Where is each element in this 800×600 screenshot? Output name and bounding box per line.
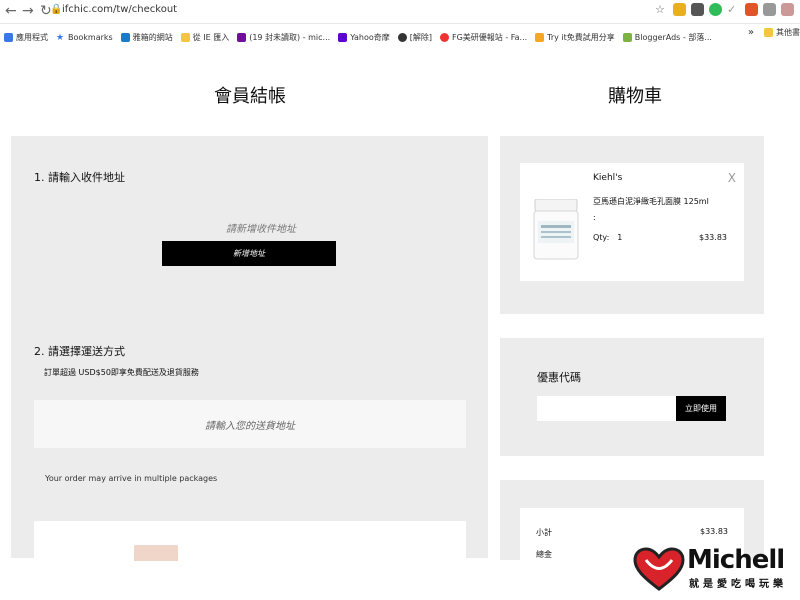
heart-icon (633, 547, 685, 591)
product-option: : (593, 213, 596, 222)
globe-icon (397, 32, 407, 42)
bookmark-unlock[interactable]: [解除] (397, 32, 432, 43)
more-bookmarks-button[interactable]: » (748, 27, 754, 38)
bloggerads-icon (622, 32, 632, 42)
quantity-row: Qty: 1 (593, 233, 622, 242)
cart-title: 購物車 (608, 86, 662, 107)
forward-icon[interactable]: → (22, 3, 34, 19)
product-name[interactable]: 亞馬遜白泥淨緻毛孔面膜 125ml (593, 196, 709, 207)
other-bookmarks[interactable]: 其他書 (764, 27, 800, 38)
bookmark-site[interactable]: 雅箱的網站 (120, 32, 173, 43)
page-title: 會員結帳 (214, 86, 286, 107)
folder-icon (764, 28, 773, 37)
star-icon: ★ (56, 32, 65, 43)
bookmark-bookmarks[interactable]: ★ Bookmarks (56, 32, 113, 43)
mail-icon (237, 32, 247, 42)
coupon-title: 優惠代碼 (537, 371, 581, 384)
bookmark-fg[interactable]: FG美研優報站 - Fa... (439, 32, 527, 43)
bookmark-yahoo[interactable]: Yahoo奇摩 (338, 32, 390, 43)
bookmark-ie-import[interactable]: 從 IE 匯入 (180, 32, 229, 43)
cart-panel: Kiehl's 亞馬遜白泥淨緻毛孔面膜 125ml : Qty: 1 $33.8… (500, 136, 764, 314)
whatsapp-icon[interactable] (709, 3, 722, 16)
bookmark-mail[interactable]: (19 封未讀取) - mic... (237, 32, 330, 43)
coupon-panel: 優惠代碼 立即使用 (500, 338, 764, 456)
subtotal-label: 小計 (536, 528, 552, 537)
checkout-panel: 1. 請輸入收件地址 請新增收件地址 新增地址 2. 請選擇運送方式 訂單超過 … (11, 136, 488, 561)
back-icon[interactable]: ← (5, 3, 17, 19)
qty-label: Qty: (593, 233, 610, 242)
product-brand: Kiehl's (593, 173, 623, 183)
product-image (533, 199, 579, 260)
bookmark-bloggerads[interactable]: BloggerAds - 部落... (622, 32, 712, 43)
address-section-title: 1. 請輸入收件地址 (34, 171, 125, 184)
address-bar[interactable]: 🔒 ifchic.com/tw/checkout (50, 4, 178, 15)
watermark-name: Michell (687, 545, 785, 575)
extension-icon[interactable] (691, 3, 704, 16)
shipping-note: 訂單超過 USD$50即享免費配送及退貨服務 (44, 368, 199, 377)
qty-value: 1 (617, 233, 623, 242)
cart-item: Kiehl's 亞馬遜白泥淨緻毛孔面膜 125ml : Qty: 1 $33.8… (520, 163, 744, 281)
bookmark-apps[interactable]: 應用程式 (4, 32, 48, 43)
multi-package-note: Your order may arrive in multiple packag… (45, 474, 218, 483)
bookmarks-bar: 應用程式 ★ Bookmarks 雅箱的網站 從 IE 匯入 (19 封未讀取) … (0, 27, 800, 47)
remove-item-icon[interactable]: X (728, 171, 736, 185)
bing-icon (120, 32, 130, 42)
bookmark-tryit[interactable]: Try it免費試用分享 (535, 32, 615, 43)
star-icon[interactable]: ☆ (655, 3, 668, 16)
product-thumbnail (134, 545, 178, 561)
shipping-method-box[interactable]: 請輸入您的送貨地址 (34, 400, 466, 448)
extension-icon[interactable] (745, 3, 758, 16)
menu-icon[interactable] (763, 3, 776, 16)
folder-icon (180, 32, 190, 42)
apply-coupon-button[interactable]: 立即使用 (676, 396, 726, 421)
order-item-preview (34, 521, 466, 561)
watermark-tagline: 就是愛吃喝玩樂 (689, 579, 787, 590)
subtotal-value: $33.83 (700, 527, 728, 536)
apps-icon (4, 32, 13, 42)
watermark: Michell 就是愛吃喝玩樂 (633, 545, 798, 595)
tryit-icon (535, 32, 545, 42)
avatar-icon[interactable] (781, 3, 794, 16)
total-label: 總金 (536, 550, 552, 559)
browser-toolbar: ← → ↻ 🔒 ifchic.com/tw/checkout ☆ ✓ (0, 0, 800, 24)
url-text: ifchic.com/tw/checkout (62, 4, 178, 15)
lock-icon: 🔒 (50, 4, 63, 15)
add-address-button[interactable]: 新增地址 (162, 241, 336, 266)
fg-icon (439, 32, 449, 42)
address-hint: 請新增收件地址 (226, 224, 296, 235)
check-icon[interactable]: ✓ (727, 3, 740, 16)
shipping-section-title: 2. 請選擇運送方式 (34, 345, 125, 358)
yahoo-icon (338, 32, 348, 42)
item-price: $33.83 (699, 233, 727, 242)
extension-icon[interactable] (673, 3, 686, 16)
coupon-input[interactable] (537, 396, 677, 421)
